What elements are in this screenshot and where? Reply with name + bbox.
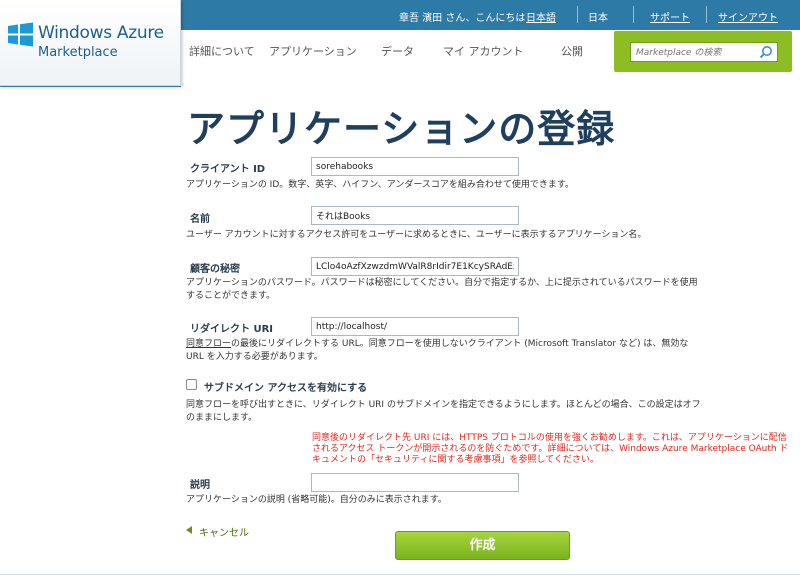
name-label: 名前 [190,214,210,225]
page-title: アプリケーションの登録 [187,107,616,151]
search-icon[interactable] [759,45,773,59]
nav-item-applications[interactable]: アプリケーション [269,44,357,59]
description-label: 説明 [190,480,210,491]
name-field[interactable] [311,206,519,225]
brand-subtitle: Marketplace [38,45,118,60]
brand-name: Windows Azure [38,23,164,43]
description-field[interactable] [311,473,519,492]
cancel-label: キャンセル [199,528,249,539]
name-help: ユーザー アカウントに対するアクセス許可をユーザーに求めるときに、ユーザーに表示… [186,230,647,240]
subdomain-checkbox[interactable] [186,379,197,390]
client-id-field[interactable] [311,157,519,176]
back-arrow-icon [186,526,192,534]
description-help: アプリケーションの説明 (省略可能)。自分のみに表示されます。 [186,495,447,505]
brand-logo[interactable]: Windows Azure Marketplace [0,0,181,86]
create-button[interactable]: 作成 [395,531,570,560]
client-secret-field[interactable] [311,257,519,276]
client-secret-help: アプリケーションのパスワード。パスワードは秘密にしてください。自分で指定するか、… [186,278,698,301]
search-panel [614,31,792,72]
redirect-uri-field[interactable] [311,317,519,336]
separator [577,6,578,23]
separator [633,6,634,23]
subdomain-help: 同意フローを呼び出すときに、リダイレクト URI のサブドメインを指定できるよう… [186,400,701,423]
search-input[interactable] [636,45,751,60]
consent-flow-link[interactable]: 同意フロー [186,339,231,349]
client-id-label: クライアント ID [190,164,266,175]
nav-item-about[interactable]: 詳細について [189,44,255,59]
client-id-help: アプリケーションの ID。数字、英字、ハイフン、アンダースコアを組み合わせて使用… [186,180,575,190]
redirect-uri-label: リダイレクト URI [190,324,274,335]
site-header: 章吾 濱田 さん、こんにちは 日本語 日本 サポート サインアウト 詳細について… [0,0,800,87]
windows-flag-icon [8,22,33,47]
nav-item-my-account[interactable]: マイ アカウント [443,44,524,59]
redirect-uri-help-text: の最後にリダイレクトする URL。同意フローを使用しないクライアント (Micr… [186,339,689,362]
nav-item-data[interactable]: データ [381,44,414,59]
redirect-uri-help: 同意フローの最後にリダイレクトする URL。同意フローを使用しないクライアント … [186,338,706,364]
sign-out-link[interactable]: サインアウト [718,9,778,24]
support-link[interactable]: サポート [650,9,690,24]
divider [0,574,800,575]
top-bar: 章吾 濱田 さん、こんにちは 日本語 日本 サポート サインアウト [181,0,800,30]
user-greeting: 章吾 濱田 さん、こんにちは [399,13,526,24]
client-secret-label: 顧客の秘密 [190,264,240,275]
subdomain-label[interactable]: サブドメイン アクセスを有効にする [204,379,367,394]
region-link[interactable]: 日本 [588,9,608,24]
https-warning: 同意後のリダイレクト先 URI には、HTTPS プロトコルの使用を強くお勧めし… [312,433,789,465]
nav-item-publish[interactable]: 公開 [561,44,583,59]
separator [706,6,707,23]
language-link[interactable]: 日本語 [526,9,556,24]
search-box [630,42,778,62]
